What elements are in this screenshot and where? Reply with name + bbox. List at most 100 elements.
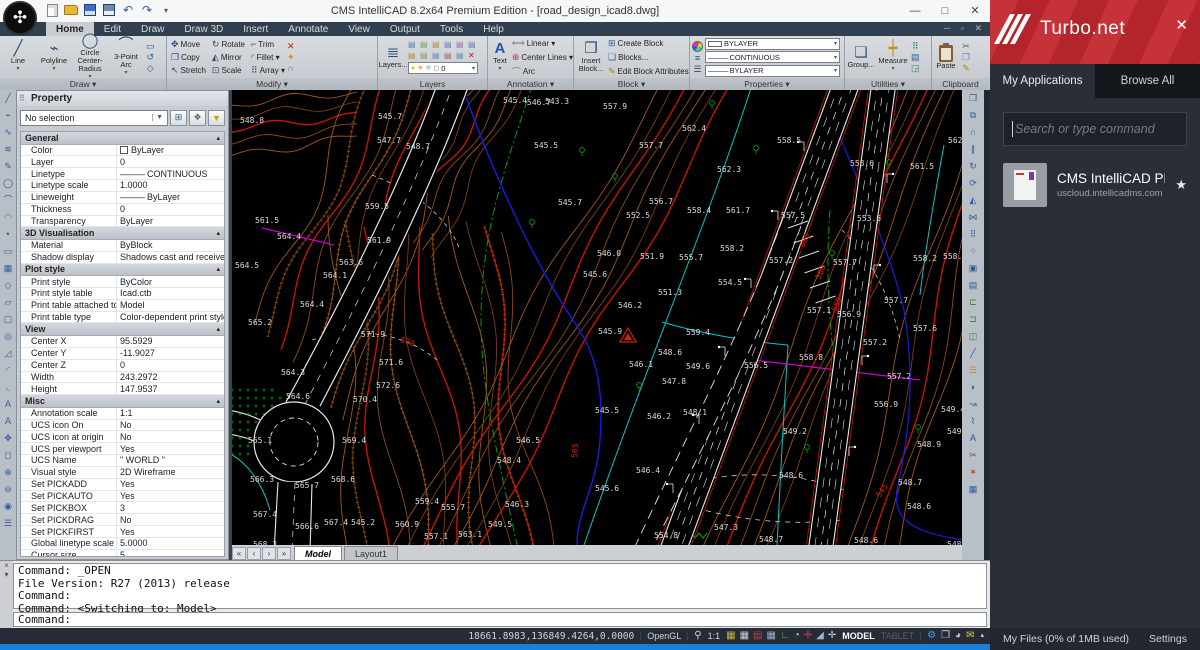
trim-icon[interactable]: ✂ xyxy=(969,447,977,464)
property-section-general[interactable]: General▴ xyxy=(21,132,224,145)
property-row-lineweight[interactable]: Lineweight———ByLayer xyxy=(21,192,224,204)
property-row-print-style-table[interactable]: Print style tableIcad.ctb xyxy=(21,288,224,300)
property-row-shadow-display[interactable]: Shadow displayShadows cast and received xyxy=(21,252,224,264)
modify-stretch-button[interactable]: ↖Stretch xyxy=(171,64,206,77)
esnap-icon[interactable]: ✛ xyxy=(804,629,812,643)
favorite-star-icon[interactable]: ★ xyxy=(1175,177,1187,193)
revcloud-icon[interactable]: ↺ xyxy=(146,52,155,62)
lineweight-icon[interactable]: ☰ xyxy=(692,64,703,74)
qat-more-icon[interactable]: ▾ xyxy=(158,2,174,18)
app-logo-icon[interactable]: ✣ xyxy=(3,1,37,35)
draw-polyline-button[interactable]: ⌁Polyline▾ xyxy=(36,41,72,73)
sketch-edit-icon[interactable]: ⌇ xyxy=(971,413,975,430)
donut-icon[interactable]: ◎ xyxy=(4,328,12,345)
distribute-icon[interactable]: ▤ xyxy=(969,277,978,294)
property-row-ucs-icon-on[interactable]: UCS icon OnNo xyxy=(21,420,224,432)
tab-model[interactable]: Model xyxy=(294,546,342,560)
utilities-group--button[interactable]: ❏Group... xyxy=(845,45,877,69)
hatch-icon[interactable]: ▦ xyxy=(4,260,13,277)
layer-tool-icon[interactable]: ▤ xyxy=(408,51,419,61)
pie-icon[interactable]: ◗ xyxy=(970,379,975,396)
polar-icon[interactable]: ▦ xyxy=(766,629,775,643)
spline-icon[interactable]: ∿ xyxy=(4,124,12,141)
modify-trim-button[interactable]: ⌐Trim xyxy=(251,38,285,51)
copy-icon[interactable]: ❐ xyxy=(962,52,970,62)
offset-icon[interactable]: ∥ xyxy=(971,141,976,158)
mdi-controls[interactable]: ─ ▫ ✕ xyxy=(944,23,986,34)
modify-move-button[interactable]: ✥Move xyxy=(171,38,206,51)
property-row-width[interactable]: Width243.2972 xyxy=(21,372,224,384)
filter-button[interactable]: ▼ xyxy=(208,110,225,126)
zoom-in-icon[interactable]: ⊕ xyxy=(4,464,12,481)
zoom-window-icon[interactable]: ◻ xyxy=(4,447,11,464)
property-row-global-linetype-scale[interactable]: Global linetype scale5.0000 xyxy=(21,538,224,550)
property-row-cursor-size[interactable]: Cursor size5 xyxy=(21,550,224,557)
align-icon[interactable]: ▣ xyxy=(969,260,978,277)
layer-states-icon[interactable]: ❐ xyxy=(941,629,950,643)
layer-tool-icon[interactable]: ▤ xyxy=(456,51,467,61)
property-row-print-table-attached-to[interactable]: Print table attached toModel xyxy=(21,300,224,312)
settings-link[interactable]: Settings xyxy=(1149,633,1187,645)
tab-layout1[interactable]: Layout1 xyxy=(344,546,398,560)
property-row-linetype-scale[interactable]: Linetype scale1.0000 xyxy=(21,180,224,192)
rect-icon[interactable]: ▭ xyxy=(146,41,155,51)
renderer-label[interactable]: OpenGL xyxy=(647,631,681,641)
paste-button[interactable]: Paste xyxy=(932,45,960,70)
annotation-linear-button[interactable]: ⟷Linear ▾ xyxy=(512,37,573,50)
tab-my-applications[interactable]: My Applications xyxy=(990,64,1095,98)
ortho-icon[interactable]: ▤ xyxy=(753,629,762,643)
group-icon[interactable]: ⧉ xyxy=(970,107,976,124)
modify-array-button[interactable]: ⠿Array ▾ xyxy=(251,64,285,77)
command-input[interactable]: Command: xyxy=(13,612,987,627)
draw-line-button[interactable]: ╱Line▾ xyxy=(0,41,36,73)
color-wheel-icon[interactable] xyxy=(692,41,703,52)
layer-tool-icon[interactable]: ▤ xyxy=(468,40,479,50)
property-section-3d-visualisation[interactable]: 3D Visualisation▴ xyxy=(21,227,224,240)
annotation-arc-button[interactable]: ⌒Arc xyxy=(512,65,573,78)
draw-3-point-arc-button[interactable]: ⌒3-Point Arc▾ xyxy=(108,37,144,77)
properties-icon[interactable]: ☰ xyxy=(4,515,12,532)
turbo-close-icon[interactable]: ✕ xyxy=(1175,16,1188,34)
property-row-center-x[interactable]: Center X95.5929 xyxy=(21,336,224,348)
property-row-center-y[interactable]: Center Y-11.9027 xyxy=(21,348,224,360)
property-row-layer[interactable]: Layer0 xyxy=(21,156,224,168)
matchprop-icon[interactable]: ✎ xyxy=(962,63,970,73)
wedge-icon[interactable]: ◿ xyxy=(5,345,12,362)
check-icon[interactable]: ◲ xyxy=(911,63,920,73)
mirror3d-icon[interactable]: ⋈ xyxy=(969,209,978,226)
layer-tool-icon[interactable]: ▤ xyxy=(420,51,431,61)
block-blocks--button[interactable]: ❏Blocks... xyxy=(608,51,689,64)
point-icon[interactable]: • xyxy=(6,226,9,243)
settings-grid-icon[interactable]: ▦ xyxy=(969,481,978,498)
new-icon[interactable] xyxy=(44,2,60,18)
sketch-icon[interactable]: ✎ xyxy=(4,158,12,175)
pan-icon[interactable]: ✥ xyxy=(4,430,12,447)
layer-tool-icon[interactable]: ✕ xyxy=(468,51,479,61)
annotation-center-lines-button[interactable]: ⊕Center Lines ▾ xyxy=(512,51,573,64)
annotation-text-button[interactable]: AText▾ xyxy=(488,41,512,73)
menu-tab-draw[interactable]: Draw xyxy=(131,22,174,36)
first-tab-button[interactable]: « xyxy=(232,547,246,560)
status-expand-icon[interactable]: ▴ xyxy=(980,629,984,643)
property-row-set-pickdrag[interactable]: Set PICKDRAGNo xyxy=(21,514,224,526)
property-palette-title[interactable]: Property xyxy=(17,91,228,106)
copy-icon[interactable]: ❐ xyxy=(969,90,977,107)
tab-browse-all[interactable]: Browse All xyxy=(1095,64,1200,98)
filter-icon[interactable]: ⠿ xyxy=(911,41,920,51)
property-row-print-style[interactable]: Print styleByColor xyxy=(21,276,224,288)
arc-icon[interactable]: ⌒ xyxy=(3,192,12,209)
rectangle-icon[interactable]: ▭ xyxy=(4,243,13,260)
property-row-transparency[interactable]: TransparencyByLayer xyxy=(21,216,224,228)
menu-tab-tools[interactable]: Tools xyxy=(430,22,473,36)
join-icon[interactable]: ⊏ xyxy=(969,294,977,311)
linetype-dropdown[interactable]: ———CONTINUOUS▾ xyxy=(705,51,840,63)
property-row-center-z[interactable]: Center Z0 xyxy=(21,360,224,372)
snap-icon[interactable]: ▦ xyxy=(726,629,735,643)
lwt-icon[interactable]: ◢ xyxy=(816,629,824,643)
property-row-print-table-type[interactable]: Print table typeColor-dependent print st… xyxy=(21,312,224,324)
polygon-icon[interactable]: ◇ xyxy=(5,277,12,294)
layer-tool-icon[interactable]: ▤ xyxy=(456,40,467,50)
mtext-icon[interactable]: A xyxy=(5,413,11,430)
property-section-plot-style[interactable]: Plot style▴ xyxy=(21,264,224,277)
layer-tool-icon[interactable]: ▤ xyxy=(444,51,455,61)
